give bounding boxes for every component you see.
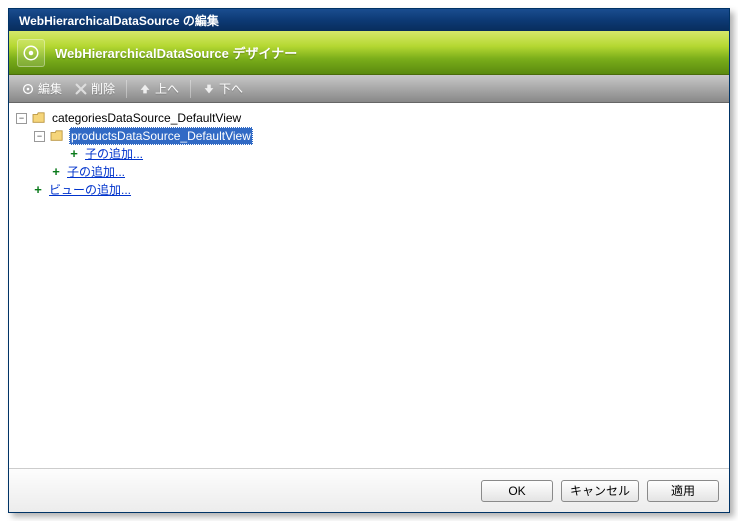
apply-button[interactable]: 適用 — [647, 480, 719, 502]
add-view-link[interactable]: ビューの追加... — [48, 181, 132, 199]
folder-icon — [32, 112, 46, 124]
designer-header: WebHierarchicalDataSource デザイナー — [9, 31, 729, 75]
designer-title: WebHierarchicalDataSource デザイナー — [55, 43, 297, 62]
tree-node-add-view[interactable]: + ビューの追加... — [15, 181, 725, 199]
dialog-window: WebHierarchicalDataSource の編集 WebHierarc… — [8, 8, 730, 513]
arrow-down-icon — [202, 82, 216, 96]
tree-node-child[interactable]: − productsDataSource_DefaultView — [33, 127, 725, 145]
delete-x-icon — [74, 82, 88, 96]
title-bar: WebHierarchicalDataSource の編集 — [9, 9, 729, 31]
up-label: 上へ — [155, 80, 179, 97]
toolbar: 編集 削除 上へ 下へ — [9, 75, 729, 103]
window-title: WebHierarchicalDataSource の編集 — [19, 12, 219, 29]
edit-label: 編集 — [38, 80, 62, 97]
toggle-spacer — [16, 185, 27, 196]
add-child-link[interactable]: 子の追加... — [84, 145, 144, 163]
dialog-footer: OK キャンセル 適用 — [9, 468, 729, 512]
down-label: 下へ — [219, 80, 243, 97]
tree-panel: − categoriesDataSource_DefaultView − — [9, 103, 729, 468]
move-up-button[interactable]: 上へ — [134, 78, 183, 99]
datasource-icon — [17, 39, 45, 67]
gear-icon — [21, 82, 35, 96]
toggle-spacer — [34, 167, 45, 178]
delete-label: 削除 — [91, 80, 115, 97]
tree-node-label: categoriesDataSource_DefaultView — [51, 109, 242, 127]
toolbar-separator — [190, 80, 191, 98]
plus-icon: + — [32, 184, 44, 196]
tree-node-add-child[interactable]: + 子の追加... — [33, 163, 725, 181]
ok-button[interactable]: OK — [481, 480, 553, 502]
plus-icon: + — [68, 148, 80, 160]
cancel-button[interactable]: キャンセル — [561, 480, 639, 502]
edit-button[interactable]: 編集 — [17, 78, 66, 99]
arrow-up-icon — [138, 82, 152, 96]
toolbar-separator — [126, 80, 127, 98]
toggle-spacer — [52, 149, 63, 160]
tree-view[interactable]: − categoriesDataSource_DefaultView − — [13, 109, 725, 199]
tree-node-label-selected: productsDataSource_DefaultView — [69, 127, 253, 145]
collapse-toggle-icon[interactable]: − — [16, 113, 27, 124]
collapse-toggle-icon[interactable]: − — [34, 131, 45, 142]
folder-icon — [50, 130, 64, 142]
move-down-button[interactable]: 下へ — [198, 78, 247, 99]
plus-icon: + — [50, 166, 62, 178]
tree-node-root[interactable]: − categoriesDataSource_DefaultView — [15, 109, 725, 127]
add-child-link[interactable]: 子の追加... — [66, 163, 126, 181]
delete-button[interactable]: 削除 — [70, 78, 119, 99]
tree-node-add-child[interactable]: + 子の追加... — [51, 145, 725, 163]
